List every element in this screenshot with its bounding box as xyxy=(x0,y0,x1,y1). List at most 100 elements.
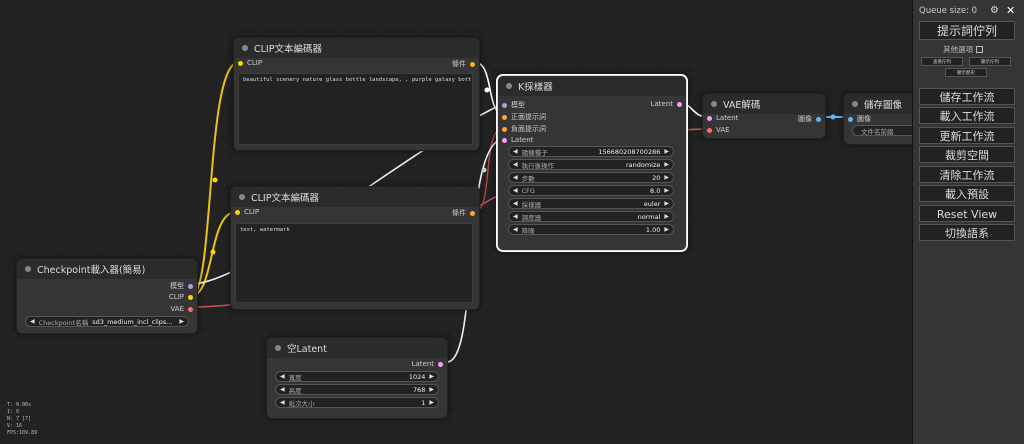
images-input-pin[interactable] xyxy=(848,116,853,122)
side-menu: Queue size: 0 ⚙ ✕ 提示詞佇列 其他選項 查看佇列 顯示佇列 顯… xyxy=(912,0,1024,444)
arrow-right-icon[interactable]: ▶ xyxy=(664,174,669,181)
view-queue-button[interactable]: 查看佇列 xyxy=(921,57,963,66)
vae-decode-node[interactable]: VAE解碼 Latent VAE 圖像 xyxy=(702,93,826,139)
negative-input-slot[interactable]: 負面提示詞 xyxy=(502,124,546,134)
conditioning-output-pin[interactable] xyxy=(470,61,475,67)
arrow-right-icon[interactable]: ▶ xyxy=(664,226,669,233)
arrow-right-icon[interactable]: ▶ xyxy=(664,187,669,194)
checkpoint-loader-node[interactable]: Checkpoint載入器(簡易) 模型 CLIP VAE ◀ Checkpoin… xyxy=(16,258,198,334)
latent-input-pin[interactable] xyxy=(502,137,507,143)
node-collapse-dot[interactable] xyxy=(852,101,858,107)
model-input-pin[interactable] xyxy=(502,102,507,108)
arrow-left-icon[interactable]: ◀ xyxy=(513,161,518,168)
arrow-right-icon[interactable]: ▶ xyxy=(664,148,669,155)
conditioning-output-pin[interactable] xyxy=(470,210,475,216)
positive-input-pin[interactable] xyxy=(502,114,507,120)
vae-input-slot[interactable]: VAE xyxy=(707,126,730,134)
arrow-left-icon[interactable]: ◀ xyxy=(280,386,285,393)
clear-workflow-button[interactable]: 清除工作流 xyxy=(919,166,1015,183)
close-icon[interactable]: ✕ xyxy=(1006,4,1015,17)
refresh-workflow-button[interactable]: 更新工作流 xyxy=(919,127,1015,144)
arrow-left-icon[interactable]: ◀ xyxy=(513,200,518,207)
clip-input-slot[interactable]: CLIP xyxy=(235,208,259,216)
widget-cfg[interactable]: ◀ CFG 8.0 ▶ xyxy=(508,185,674,196)
negative-input-pin[interactable] xyxy=(502,126,507,132)
clipspace-button[interactable]: 裁剪空間 xyxy=(919,146,1015,163)
arrow-left-icon[interactable]: ◀ xyxy=(513,187,518,194)
widget-scheduler[interactable]: ◀ 調度器 normal ▶ xyxy=(508,211,674,222)
positive-input-slot[interactable]: 正面提示詞 xyxy=(502,112,546,122)
gear-icon[interactable]: ⚙ xyxy=(990,5,999,16)
clip-output-pin[interactable] xyxy=(188,294,193,300)
arrow-right-icon[interactable]: ▶ xyxy=(429,373,434,380)
arrow-right-icon[interactable]: ▶ xyxy=(664,213,669,220)
conditioning-output-slot[interactable]: 條件 xyxy=(452,59,475,69)
arrow-right-icon[interactable]: ▶ xyxy=(664,161,669,168)
arrow-right-icon[interactable]: ▶ xyxy=(429,399,434,406)
clip-output-slot[interactable]: CLIP xyxy=(169,293,193,301)
save-workflow-button[interactable]: 儲存工作流 xyxy=(919,88,1015,105)
checkpoint-name-combo[interactable]: ◀ Checkpoint名稱 sd3_medium_incl_clips... ▶ xyxy=(25,316,189,327)
queue-prompt-button[interactable]: 提示詞佇列 xyxy=(919,21,1015,40)
node-collapse-dot[interactable] xyxy=(711,101,717,107)
ksampler-node[interactable]: K採樣器 模型 正面提示詞 負面提示詞 Latent Latent ◀ 隨機種子 1… xyxy=(497,75,687,251)
node-title: CLIP文本編碼器 xyxy=(251,193,319,204)
arrow-right-icon[interactable]: ▶ xyxy=(664,200,669,207)
arrow-left-icon[interactable]: ◀ xyxy=(513,174,518,181)
reset-view-button[interactable]: Reset View xyxy=(919,205,1015,222)
latent-output-slot[interactable]: Latent xyxy=(412,360,443,368)
view-queue-button-2[interactable]: 顯示佇列 xyxy=(969,57,1011,66)
switch-locale-button[interactable]: 切換語系 xyxy=(919,224,1015,241)
load-default-button[interactable]: 載入預設 xyxy=(919,185,1015,202)
widget-seed[interactable]: ◀ 隨機種子 156680208700286 ▶ xyxy=(508,146,674,157)
arrow-left-icon[interactable]: ◀ xyxy=(280,373,285,380)
widget-sampler[interactable]: ◀ 採樣器 euler ▶ xyxy=(508,198,674,209)
node-collapse-dot[interactable] xyxy=(239,194,245,200)
prompt-textarea[interactable]: beautiful scenery nature glass bottle la… xyxy=(238,73,473,145)
latent-input-slot[interactable]: Latent xyxy=(502,136,533,144)
vae-output-pin[interactable] xyxy=(188,306,193,312)
model-output-pin[interactable] xyxy=(188,283,193,289)
vae-input-pin[interactable] xyxy=(707,127,712,133)
latent-input-slot[interactable]: Latent xyxy=(707,114,738,122)
extra-options-toggle[interactable]: 其他選項 xyxy=(943,44,983,55)
node-collapse-dot[interactable] xyxy=(242,45,248,51)
image-output-slot[interactable]: 圖像 xyxy=(798,114,821,124)
arrow-left-icon[interactable]: ◀ xyxy=(513,213,518,220)
empty-latent-node[interactable]: 空Latent Latent ◀ 寬度 1024 ▶ ◀ 高度 768 ▶ ◀ 批次大小 1 ▶ xyxy=(266,337,448,419)
widget-width[interactable]: ◀ 寬度 1024 ▶ xyxy=(275,371,439,382)
arrow-left-icon[interactable]: ◀ xyxy=(513,148,518,155)
widget-batch-size[interactable]: ◀ 批次大小 1 ▶ xyxy=(275,397,439,408)
clip-input-pin[interactable] xyxy=(238,60,243,66)
images-input-slot[interactable]: 圖像 xyxy=(848,114,871,124)
widget-steps[interactable]: ◀ 步數 20 ▶ xyxy=(508,172,674,183)
arrow-left-icon[interactable]: ◀ xyxy=(513,226,518,233)
clip-input-slot[interactable]: CLIP xyxy=(238,59,262,67)
latent-output-slot[interactable]: Latent xyxy=(651,100,682,108)
arrow-left-icon[interactable]: ◀ xyxy=(30,318,35,325)
conditioning-output-slot[interactable]: 條件 xyxy=(452,208,475,218)
model-input-slot[interactable]: 模型 xyxy=(502,100,525,110)
checkbox-icon[interactable] xyxy=(976,46,983,53)
prompt-textarea[interactable]: text, watermark xyxy=(235,223,473,303)
model-output-slot[interactable]: 模型 xyxy=(170,281,193,291)
clip-input-pin[interactable] xyxy=(235,209,240,215)
load-workflow-button[interactable]: 載入工作流 xyxy=(919,107,1015,124)
node-collapse-dot[interactable] xyxy=(506,83,512,89)
widget-height[interactable]: ◀ 高度 768 ▶ xyxy=(275,384,439,395)
clip-text-encode-positive-node[interactable]: CLIP文本編碼器 CLIP 條件 beautiful scenery natu… xyxy=(233,37,480,151)
widget-denoise[interactable]: ◀ 降噪 1.00 ▶ xyxy=(508,224,674,235)
arrow-right-icon[interactable]: ▶ xyxy=(179,318,184,325)
latent-output-pin[interactable] xyxy=(677,101,682,107)
image-output-pin[interactable] xyxy=(816,116,821,122)
node-collapse-dot[interactable] xyxy=(25,266,31,272)
latent-input-pin[interactable] xyxy=(707,115,712,121)
vae-output-slot[interactable]: VAE xyxy=(170,305,193,313)
arrow-left-icon[interactable]: ◀ xyxy=(280,399,285,406)
widget-control-after-generate[interactable]: ◀ 執行後操作 randomize ▶ xyxy=(508,159,674,170)
node-collapse-dot[interactable] xyxy=(275,345,281,351)
latent-output-pin[interactable] xyxy=(438,361,443,367)
clip-text-encode-negative-node[interactable]: CLIP文本編碼器 CLIP 條件 text, watermark xyxy=(230,186,480,310)
arrow-right-icon[interactable]: ▶ xyxy=(429,386,434,393)
view-history-button[interactable]: 顯示歷史 xyxy=(945,68,987,77)
